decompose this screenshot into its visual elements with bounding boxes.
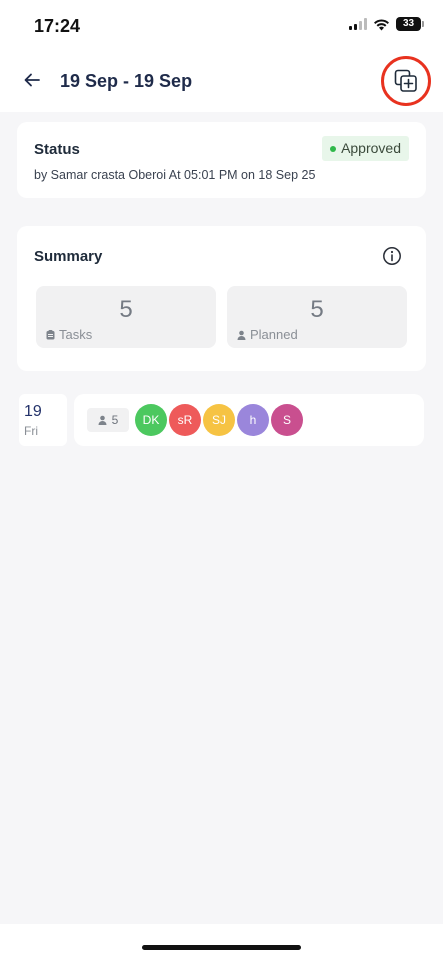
day-number: 19 bbox=[24, 403, 42, 420]
avatar[interactable]: S bbox=[271, 404, 303, 436]
tasks-label: Tasks bbox=[59, 327, 93, 342]
status-subtitle: by Samar crasta Oberoi At 05:01 PM on 18… bbox=[34, 168, 316, 182]
clipboard-icon bbox=[46, 329, 55, 339]
page-title: 19 Sep - 19 Sep bbox=[60, 71, 193, 91]
avatar[interactable]: h bbox=[237, 404, 269, 436]
assignee-count-chip: 5 bbox=[87, 408, 129, 432]
wifi-icon bbox=[374, 18, 389, 30]
avatar[interactable]: DK bbox=[135, 404, 167, 436]
tasks-count: 5 bbox=[119, 296, 133, 323]
avatar[interactable]: sR bbox=[169, 404, 201, 436]
status-icons: 33 bbox=[349, 17, 424, 31]
battery-icon: 33 bbox=[396, 17, 424, 31]
summary-card: Summary 5 Tasks 5 Planned bbox=[17, 226, 426, 371]
tasks-label-row: Tasks bbox=[46, 327, 92, 342]
status-card: Status Approved by Samar crasta Oberoi A… bbox=[17, 122, 426, 198]
day-assignment-card[interactable]: 5 DK sR SJ h S bbox=[74, 394, 424, 446]
planned-label: Planned bbox=[250, 327, 298, 342]
person-icon bbox=[237, 330, 246, 340]
status-dot-icon bbox=[330, 145, 337, 152]
planned-label-row: Planned bbox=[237, 327, 298, 342]
planned-count: 5 bbox=[310, 296, 324, 323]
info-icon[interactable] bbox=[382, 246, 402, 266]
status-badge: Approved bbox=[322, 136, 409, 161]
day-date[interactable]: 19 Fri bbox=[19, 394, 67, 446]
arrow-left-icon bbox=[24, 73, 40, 87]
avatar[interactable]: SJ bbox=[203, 404, 235, 436]
avatar-list: DK sR SJ h S bbox=[135, 404, 305, 436]
status-bar: 17:24 33 bbox=[0, 0, 443, 52]
home-indicator bbox=[142, 945, 301, 950]
status-time: 17:24 bbox=[34, 16, 81, 36]
signal-icon bbox=[349, 18, 367, 30]
planned-stat: 5 Planned bbox=[227, 286, 407, 348]
tasks-stat: 5 Tasks bbox=[36, 286, 216, 348]
header: 19 Sep - 19 Sep bbox=[0, 52, 443, 112]
assignee-count: 5 bbox=[111, 413, 119, 427]
day-name: Fri bbox=[24, 424, 38, 438]
back-button[interactable] bbox=[18, 66, 46, 94]
copy-add-button[interactable] bbox=[381, 56, 431, 106]
status-badge-label: Approved bbox=[341, 140, 401, 156]
person-icon bbox=[98, 415, 107, 425]
copy-plus-icon bbox=[394, 69, 417, 92]
bottom-safe-area bbox=[0, 924, 443, 960]
status-title: Status bbox=[34, 141, 80, 158]
summary-title: Summary bbox=[34, 248, 103, 265]
